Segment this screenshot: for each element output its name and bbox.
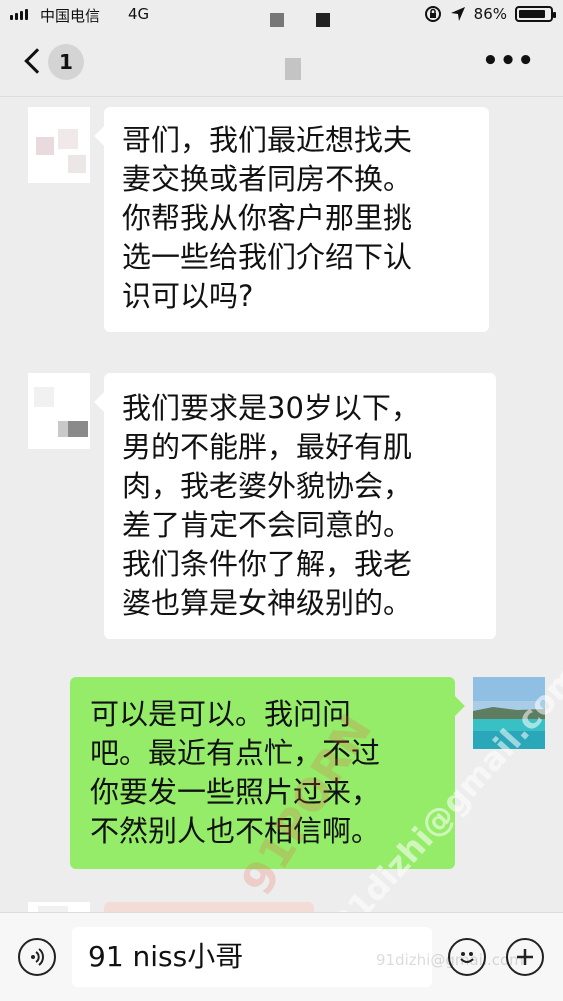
message-text: 我们要求是30岁以下， 男的不能胖，最好有肌 肉，我老婆外貌协会， 差了肯定不会… <box>122 391 420 620</box>
message-text: 可以是可以。我问问 吧。最近有点忙，不过 你要发一些照片过来， 不然别人也不相信… <box>90 697 381 848</box>
chevron-left-icon[interactable] <box>24 48 50 74</box>
signal-icon <box>10 9 28 20</box>
contact-avatar[interactable] <box>28 373 90 449</box>
message-list[interactable]: 哥们，我们最近想找夫 妻交换或者同房不换。 你帮我从你客户那里挑 选一些给我们介… <box>0 97 563 912</box>
voice-icon[interactable] <box>18 938 56 976</box>
contact-avatar[interactable] <box>28 902 90 912</box>
rotation-lock-icon <box>424 6 441 22</box>
emoji-icon[interactable] <box>448 938 486 976</box>
message-text: 哥们，我们最近想找夫 妻交换或者同房不换。 你帮我从你客户那里挑 选一些给我们介… <box>122 123 413 313</box>
contact-avatar[interactable] <box>28 107 90 183</box>
input-bar: 91 niss小哥 91dizhi@gmail.com <box>0 912 563 1001</box>
beach-landscape-image <box>473 677 545 749</box>
battery-percent: 86% <box>473 5 507 23</box>
status-right: 86% <box>424 5 556 23</box>
unread-badge[interactable]: 1 <box>48 44 84 80</box>
message-bubble-incoming[interactable]: 哥们，我们最近想找夫 妻交换或者同房不换。 你帮我从你客户那里挑 选一些给我们介… <box>94 107 489 332</box>
redacted-time <box>270 13 330 27</box>
status-bar: 中国电信 4G 86% <box>0 0 563 30</box>
message-image-incoming[interactable] <box>104 902 314 912</box>
chat-title-redacted <box>285 58 301 80</box>
chat-header: 1 ••• <box>0 30 563 97</box>
location-icon <box>450 7 465 21</box>
message-bubble-outgoing[interactable]: 可以是可以。我问问 吧。最近有点忙，不过 你要发一些照片过来， 不然别人也不相信… <box>70 677 465 869</box>
battery-icon <box>515 6 556 22</box>
my-avatar[interactable] <box>473 677 545 749</box>
carrier-name: 中国电信 <box>40 7 101 25</box>
more-dots-icon[interactable]: ••• <box>482 48 535 74</box>
message-bubble-incoming[interactable]: 我们要求是30岁以下， 男的不能胖，最好有肌 肉，我老婆外貌协会， 差了肯定不会… <box>94 373 496 639</box>
plus-icon[interactable] <box>506 938 544 976</box>
network-type: 4G <box>128 5 150 23</box>
